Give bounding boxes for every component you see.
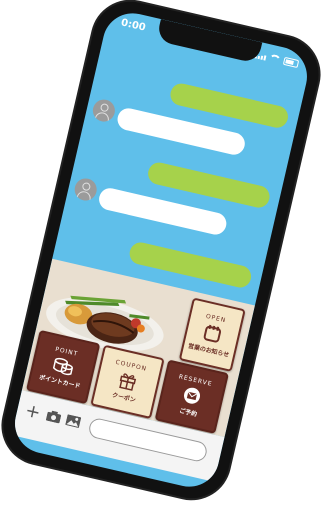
envelope-icon: [184, 387, 201, 404]
status-icons: [254, 50, 300, 69]
camera-icon[interactable]: [46, 410, 62, 424]
gift-icon: [119, 373, 137, 391]
point-label-jp: ポイントカード: [38, 373, 81, 391]
coupon-label-jp: クーポン: [111, 391, 137, 405]
battery-icon: [282, 56, 300, 69]
status-time: 0:00: [119, 17, 147, 34]
plus-icon[interactable]: +: [23, 400, 42, 424]
image-icon[interactable]: [65, 414, 82, 428]
notepad-icon: [203, 324, 222, 343]
open-label-jp: 営業のお知らせ: [187, 342, 230, 359]
wifi-icon: [268, 53, 282, 64]
phone-mockup: 0:00 OPEN 営業のお知らせ POINT ポイントカード COUPON ク…: [0, 0, 327, 506]
phone-screen: 0:00 OPEN 営業のお知らせ POINT ポイントカード COUPON ク…: [9, 7, 313, 493]
user-avatar: [72, 176, 99, 203]
reserve-label-jp: ご予約: [178, 407, 198, 419]
user-avatar: [90, 97, 118, 124]
coins-icon: [52, 357, 73, 376]
open-button[interactable]: OPEN 営業のお知らせ: [178, 297, 246, 372]
reserve-label-en: RESERVE: [177, 373, 213, 388]
